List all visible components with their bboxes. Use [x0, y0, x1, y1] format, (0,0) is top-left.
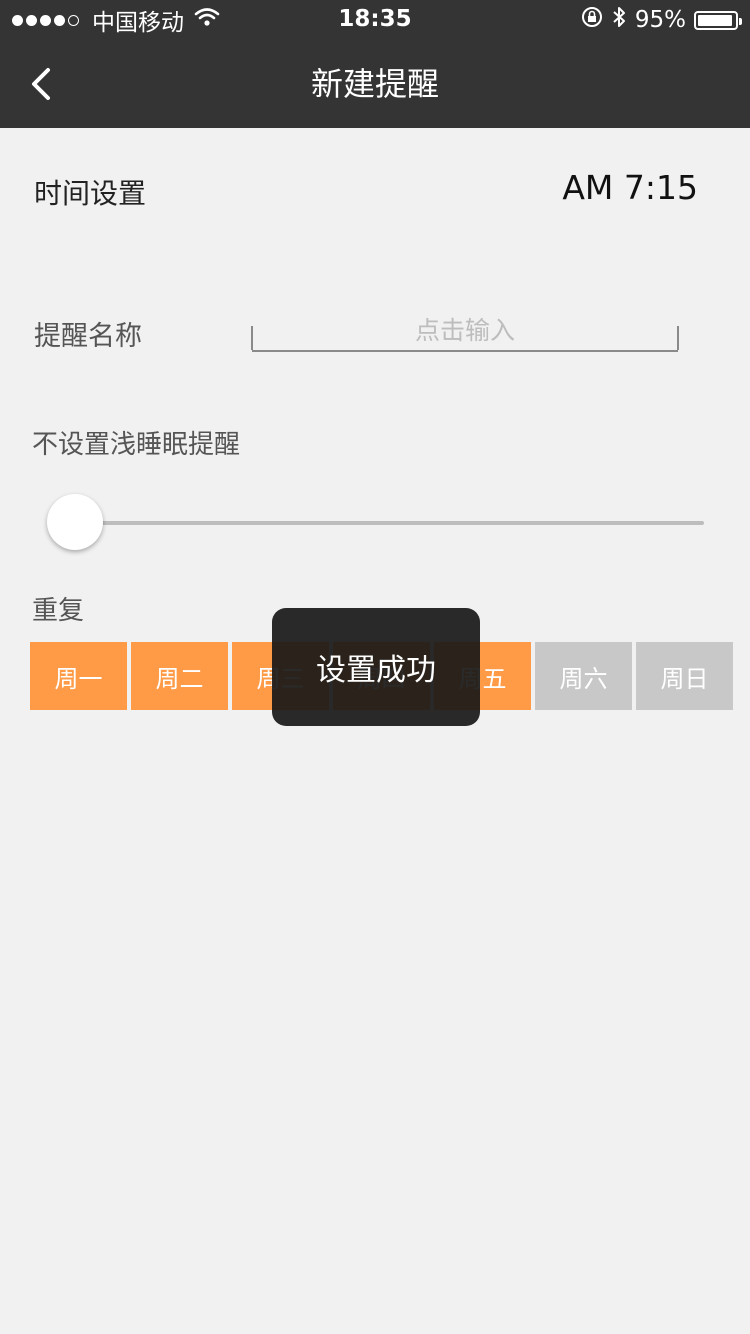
- input-left-tick: [251, 326, 253, 350]
- battery-icon: [694, 10, 742, 30]
- time-setting-label: 时间设置: [34, 177, 147, 210]
- reminder-name-label: 提醒名称: [34, 321, 142, 352]
- day-button-mon[interactable]: 周一: [30, 642, 127, 710]
- day-button-sat[interactable]: 周六: [535, 642, 632, 710]
- top-bar: 中国移动 18:35 95% 新建提醒: [0, 0, 750, 128]
- battery-percent: 95%: [634, 7, 686, 33]
- reminder-name-input[interactable]: [252, 310, 678, 352]
- input-right-tick: [677, 326, 679, 350]
- status-bar: 中国移动 18:35 95%: [0, 0, 750, 40]
- rotation-lock-icon: [581, 6, 603, 34]
- day-button-sun[interactable]: 周日: [636, 642, 733, 710]
- bluetooth-icon: [611, 5, 627, 35]
- light-sleep-slider-track[interactable]: [74, 521, 704, 525]
- light-sleep-label: 不设置浅睡眠提醒: [32, 430, 241, 460]
- time-setting-value[interactable]: AM 7:15: [562, 168, 698, 207]
- page-title: 新建提醒: [310, 65, 439, 103]
- status-right: 95%: [573, 5, 742, 35]
- repeat-label: 重复: [32, 596, 85, 626]
- time-setting-row[interactable]: 时间设置 AM 7:15: [0, 150, 750, 230]
- success-toast: 设置成功: [272, 608, 480, 726]
- day-button-tue[interactable]: 周二: [131, 642, 228, 710]
- light-sleep-slider-thumb[interactable]: [47, 494, 103, 550]
- nav-bar: 新建提醒: [0, 40, 750, 128]
